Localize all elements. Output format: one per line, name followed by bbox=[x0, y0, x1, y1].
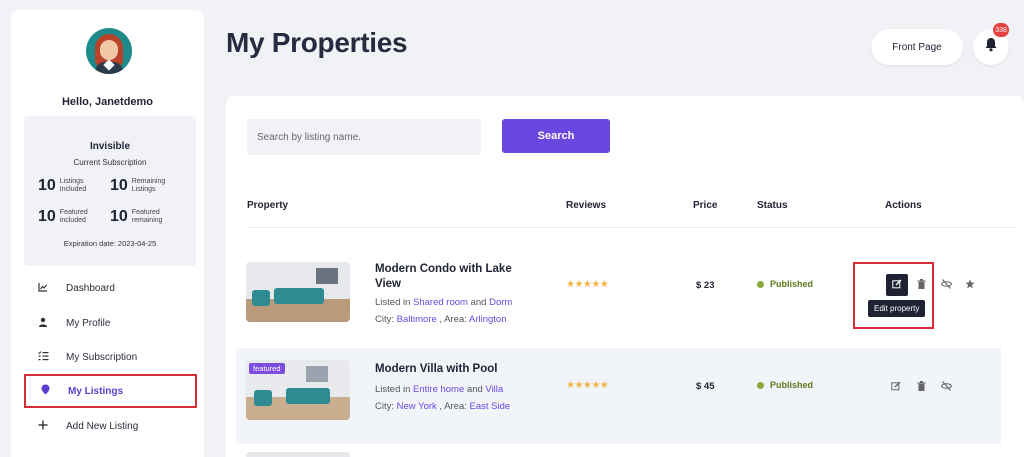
sidebar-item-label: My Listings bbox=[68, 385, 124, 397]
sidebar-item-label: Add New Listing bbox=[66, 420, 139, 432]
property-location: City: New York , Area: East Side bbox=[375, 401, 511, 412]
sidebar-item-my-listings[interactable]: My Listings bbox=[24, 374, 197, 408]
properties-card: Search Property Reviews Price Status Act… bbox=[226, 96, 1024, 457]
property-location: City: Baltimore , Area: Arlington bbox=[375, 314, 507, 325]
edit-button[interactable] bbox=[888, 379, 904, 395]
column-header-actions: Actions bbox=[885, 200, 922, 211]
feature-star-button[interactable] bbox=[962, 277, 978, 293]
category-link[interactable]: Entire home bbox=[413, 384, 464, 395]
stat-featured-included: 10 Featured included bbox=[38, 208, 88, 225]
search-button[interactable]: Search bbox=[502, 119, 610, 153]
sidebar: Hello, Janetdemo Invisible Current Subsc… bbox=[11, 10, 204, 457]
edit-icon bbox=[891, 381, 901, 394]
map-pin-icon bbox=[38, 384, 52, 398]
area-link[interactable]: East Side bbox=[470, 401, 511, 412]
stat-remaining-listings: 10 Remaining Listings bbox=[110, 177, 166, 194]
plus-icon bbox=[36, 420, 50, 433]
sidebar-item-my-profile[interactable]: My Profile bbox=[24, 307, 196, 339]
status-badge: Published bbox=[757, 380, 813, 390]
table-row: featured Modern Villa with Pool Listed i… bbox=[236, 348, 1001, 444]
status-dot bbox=[757, 381, 764, 389]
subscription-title: Invisible bbox=[89, 141, 130, 152]
subscription-box: Invisible Current Subscription 10 Listin… bbox=[24, 116, 196, 266]
category-link[interactable]: Shared room bbox=[413, 297, 468, 308]
price: $ 23 bbox=[696, 280, 715, 291]
featured-tag: featured bbox=[249, 363, 285, 374]
stat-featured-remaining: 10 Featured remaining bbox=[110, 208, 163, 225]
list-check-icon bbox=[36, 350, 50, 364]
property-thumbnail[interactable]: featured bbox=[246, 360, 350, 420]
column-header-status: Status bbox=[757, 200, 788, 211]
sidebar-item-my-subscription[interactable]: My Subscription bbox=[24, 341, 196, 373]
rating-stars: ★★★★★ bbox=[566, 279, 609, 290]
price: $ 45 bbox=[696, 381, 715, 392]
avatar[interactable] bbox=[86, 28, 132, 74]
city-link[interactable]: New York bbox=[397, 401, 437, 412]
subscription-subtitle: Current Subscription bbox=[73, 158, 147, 167]
sidebar-item-dashboard[interactable]: Dashboard bbox=[24, 272, 196, 304]
rating-stars: ★★★★★ bbox=[566, 380, 609, 391]
column-header-reviews: Reviews bbox=[566, 200, 607, 211]
bell-icon bbox=[984, 37, 998, 57]
property-title[interactable]: Modern Condo with Lake View bbox=[375, 262, 525, 292]
notification-count-badge: 338 bbox=[993, 23, 1009, 37]
type-link[interactable]: Villa bbox=[485, 384, 503, 395]
expiration-date: Expiration date: 2023-04-25 bbox=[63, 239, 157, 248]
property-title[interactable]: Modern Villa with Pool bbox=[375, 362, 525, 377]
area-link[interactable]: Arlington bbox=[469, 314, 507, 325]
table-row bbox=[236, 446, 1001, 457]
front-page-button[interactable]: Front Page bbox=[871, 29, 963, 65]
star-icon bbox=[965, 279, 975, 292]
search-input[interactable] bbox=[247, 119, 481, 155]
status-badge: Published bbox=[757, 279, 813, 289]
table-row: Modern Condo with Lake View Listed in Sh… bbox=[236, 238, 1001, 334]
type-link[interactable]: Dorm bbox=[489, 297, 512, 308]
eye-slash-icon bbox=[940, 380, 952, 394]
sidebar-item-label: Dashboard bbox=[66, 282, 115, 294]
delete-button[interactable] bbox=[913, 379, 929, 395]
status-dot bbox=[757, 280, 764, 288]
property-thumbnail[interactable] bbox=[246, 452, 350, 457]
property-listed-in: Listed in Shared room and Dorm bbox=[375, 297, 513, 308]
sidebar-item-add-new-listing[interactable]: Add New Listing bbox=[24, 410, 196, 442]
city-link[interactable]: Baltimore bbox=[397, 314, 437, 325]
greeting: Hello, Janetdemo bbox=[61, 96, 154, 108]
column-header-property: Property bbox=[247, 200, 289, 211]
property-thumbnail[interactable] bbox=[246, 262, 350, 322]
sidebar-item-label: My Subscription bbox=[66, 351, 138, 363]
user-icon bbox=[36, 317, 50, 330]
stat-listings-included: 10 Listings Included bbox=[38, 177, 87, 194]
chart-line-icon bbox=[36, 282, 50, 295]
property-listed-in: Listed in Entire home and Villa bbox=[375, 384, 504, 395]
header-divider bbox=[247, 227, 1018, 228]
column-header-price: Price bbox=[693, 200, 718, 211]
trash-icon bbox=[917, 380, 926, 394]
page-title: My Properties bbox=[226, 27, 408, 58]
eye-slash-icon bbox=[940, 278, 952, 292]
highlight-box bbox=[853, 262, 934, 329]
sidebar-item-label: My Profile bbox=[66, 317, 111, 329]
hide-button[interactable] bbox=[938, 379, 954, 395]
hide-button[interactable] bbox=[938, 277, 954, 293]
